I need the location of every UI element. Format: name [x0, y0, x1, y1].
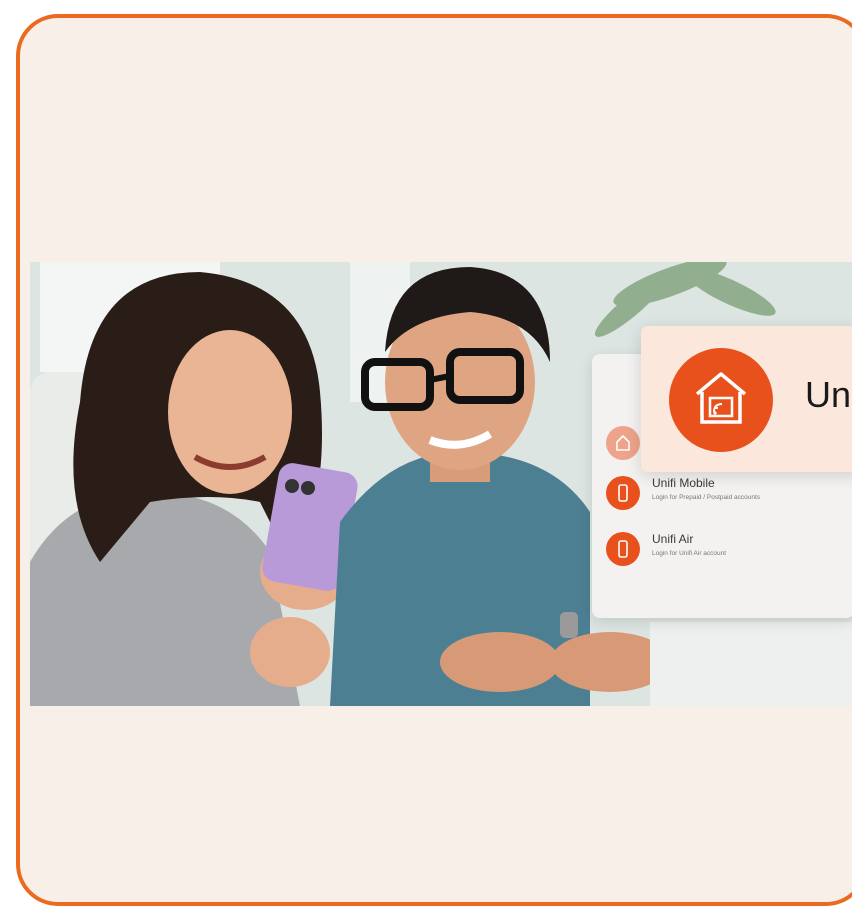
option-title: Unifi Mobile: [652, 476, 715, 490]
login-option-unifi-air[interactable]: Unifi Air Login for Unifi Air account: [606, 526, 846, 570]
hero-banner: Unifi Mobile Login for Prepaid / Postpai…: [30, 262, 852, 706]
login-option-unifi-mobile[interactable]: Unifi Mobile Login for Prepaid / Postpai…: [606, 470, 846, 514]
option-title: Unifi Air: [652, 532, 694, 546]
option-subtitle: Login for Unifi Air account: [652, 550, 727, 557]
option-subtitle: Login for Prepaid / Postpaid accounts: [652, 494, 761, 501]
phone-icon: [606, 532, 640, 566]
home-icon: [606, 426, 640, 460]
brand-header: Un: [641, 326, 852, 472]
promo-card: Unifi Mobile Login for Prepaid / Postpai…: [16, 14, 852, 906]
brand-name: Un: [805, 374, 852, 415]
home-wifi-icon: [669, 348, 773, 452]
phone-icon: [606, 476, 640, 510]
